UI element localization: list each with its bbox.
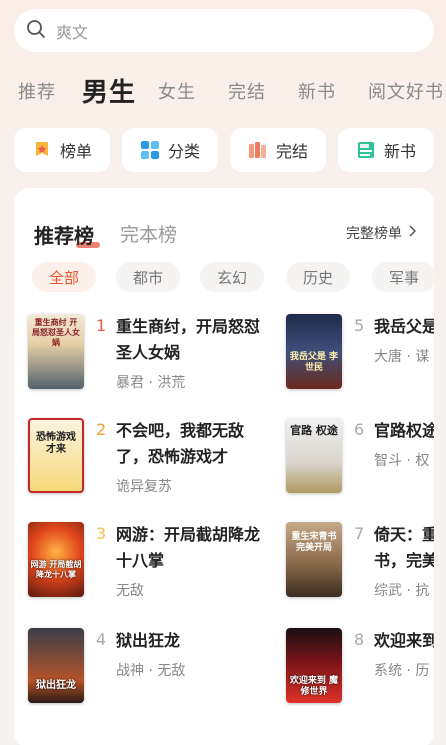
book-tag: 洪荒 — [157, 375, 186, 391]
book-item-4[interactable]: 狱出狂龙 4 狱出狂龙 战神 · 无敌 — [28, 628, 238, 708]
finished-button[interactable]: 完结 — [230, 128, 326, 172]
book-title: 不会吧，我都无敌了，恐怖游戏才 — [116, 421, 245, 466]
book-tag: 谋 — [415, 349, 430, 365]
ranking-icon — [32, 140, 52, 160]
ranking-card: 推荐榜 完本榜 完整榜单 全部 都市 玄幻 历史 军事 重生商纣 开局怒怼圣人女… — [14, 188, 434, 745]
cover-title: 官路 权途 — [290, 424, 338, 437]
ranking-label: 榜单 — [59, 142, 92, 161]
book-item-7[interactable]: 重生宋青书 完美开局 7 倚天：重书，完美 综武 · 抗 — [286, 522, 434, 602]
rank-number: 1 — [96, 316, 107, 335]
book-tags: 大唐 · 谋 — [374, 349, 430, 365]
book-tags: 暴君 · 洪荒 — [116, 375, 186, 391]
book-tag: 无敌 — [157, 663, 186, 679]
book-cover: 网游 开局截胡 降龙十八掌 — [28, 522, 84, 597]
rank-number: 3 — [96, 524, 107, 543]
book-title: 我岳父是 — [374, 317, 434, 336]
tab-recommend[interactable]: 推荐 — [18, 78, 56, 104]
book-tag: 权 — [415, 453, 430, 469]
book-tags: 智斗 · 权 — [374, 453, 430, 469]
cover-title: 狱出狂龙 — [36, 680, 76, 691]
book-tag: 抗 — [415, 583, 430, 599]
new-book-label: 新书 — [383, 142, 416, 161]
finished-books-icon — [248, 140, 268, 160]
book-cover: 重生宋青书 完美开局 — [286, 522, 342, 597]
book-tag: 系统 — [374, 663, 402, 679]
book-title: 网游：开局截胡降龙十八掌 — [116, 525, 261, 570]
chip-all[interactable]: 全部 — [32, 262, 96, 292]
book-tags: 诡异复苏 — [116, 476, 172, 496]
book-tag: 综武 — [374, 583, 402, 599]
book-tags: 战神 · 无敌 — [116, 663, 186, 679]
book-title: 重生商纣，开局怒怼圣人女娲 — [116, 317, 261, 362]
book-tag: 智斗 — [374, 453, 402, 469]
chip-urban[interactable]: 都市 — [116, 262, 180, 292]
book-tags: 系统 · 历 — [374, 663, 430, 679]
cover-title: 网游 开局截胡 降龙十八掌 — [30, 560, 82, 579]
cover-title: 我岳父是 李世民 — [289, 352, 339, 373]
cover-title: 欢迎来到 魔修世界 — [289, 676, 339, 697]
rank-number: 5 — [354, 316, 365, 335]
book-tag: 大唐 — [374, 349, 402, 365]
rank-number: 2 — [96, 420, 107, 439]
book-item-3[interactable]: 网游 开局截胡 降龙十八掌 3 网游：开局截胡降龙十八掌 无敌 — [28, 522, 260, 602]
cover-title: 重生宋青书 完美开局 — [291, 532, 337, 553]
book-tags: 无敌 — [116, 580, 144, 600]
book-item-6[interactable]: 官路 权途 6 官路权途 智斗 · 权 — [286, 418, 434, 498]
book-title: 欢迎来到 — [374, 631, 434, 650]
book-cover: 我岳父是 李世民 — [286, 314, 342, 389]
rank-number: 4 — [96, 630, 107, 649]
search-bar[interactable]: 爽文 — [14, 9, 434, 52]
tab-finished-rank[interactable]: 完本榜 — [120, 220, 177, 247]
category-label: 分类 — [167, 142, 200, 161]
book-tag: 诡异复苏 — [116, 479, 172, 495]
chip-history[interactable]: 历史 — [286, 262, 350, 292]
book-cover: 恐怖游戏 才来 — [28, 418, 84, 493]
search-icon — [26, 19, 46, 43]
book-tag: 暴君 — [116, 375, 144, 391]
book-title: 官路权途 — [374, 421, 434, 440]
chip-fantasy[interactable]: 玄幻 — [200, 262, 264, 292]
full-list-label: 完整榜单 — [346, 226, 402, 242]
tab-new[interactable]: 新书 — [298, 78, 336, 104]
search-placeholder: 爽文 — [56, 22, 89, 42]
book-title: 倚天：重书，完美 — [374, 522, 434, 574]
tab-finished[interactable]: 完结 — [228, 78, 266, 104]
rank-number: 8 — [354, 630, 365, 649]
tab-female[interactable]: 女生 — [158, 78, 196, 104]
category-grid-icon — [140, 140, 160, 160]
book-title-text: 倚天：重书，完美 — [374, 525, 434, 570]
cover-title: 恐怖游戏 才来 — [36, 432, 76, 455]
category-button[interactable]: 分类 — [122, 128, 218, 172]
chevron-right-icon — [408, 225, 417, 241]
full-list-link[interactable]: 完整榜单 — [346, 223, 417, 243]
book-cover: 狱出狂龙 — [28, 628, 84, 703]
rank-number: 6 — [354, 420, 365, 439]
new-book-button[interactable]: 新书 — [338, 128, 434, 172]
chip-military[interactable]: 军事 — [372, 262, 434, 292]
tab-recommend-rank[interactable]: 推荐榜 — [34, 220, 94, 249]
book-cover: 欢迎来到 魔修世界 — [286, 628, 342, 703]
rank-number: 7 — [354, 524, 365, 543]
tab-yuewen-good-books[interactable]: 阅文好书 — [368, 78, 444, 104]
new-book-icon — [356, 140, 376, 160]
book-item-8[interactable]: 欢迎来到 魔修世界 8 欢迎来到 系统 · 历 — [286, 628, 434, 708]
book-tag: 历 — [415, 663, 430, 679]
book-item-5[interactable]: 我岳父是 李世民 5 我岳父是 大唐 · 谋 — [286, 314, 434, 394]
book-item-2[interactable]: 恐怖游戏 才来 2 不会吧，我都无敌了，恐怖游戏才 诡异复苏 — [28, 418, 244, 498]
book-tags: 综武 · 抗 — [374, 583, 430, 599]
book-title: 狱出狂龙 — [116, 631, 181, 650]
book-tag: 无敌 — [116, 583, 144, 599]
channel-tabs: 推荐 男生 女生 完结 新书 阅文好书 — [0, 70, 446, 110]
book-item-1[interactable]: 重生商纣 开局怒怼圣人女娲 1 重生商纣，开局怒怼圣人女娲 暴君 · 洪荒 — [28, 314, 260, 394]
book-tag: 战神 — [116, 663, 144, 679]
ranking-button[interactable]: 榜单 — [14, 128, 110, 172]
cover-title: 重生商纣 开局怒怼圣人女娲 — [32, 318, 80, 347]
tab-male[interactable]: 男生 — [82, 72, 136, 109]
finished-label: 完结 — [275, 142, 308, 161]
book-cover: 官路 权途 — [286, 418, 342, 493]
book-cover: 重生商纣 开局怒怼圣人女娲 — [28, 314, 84, 389]
